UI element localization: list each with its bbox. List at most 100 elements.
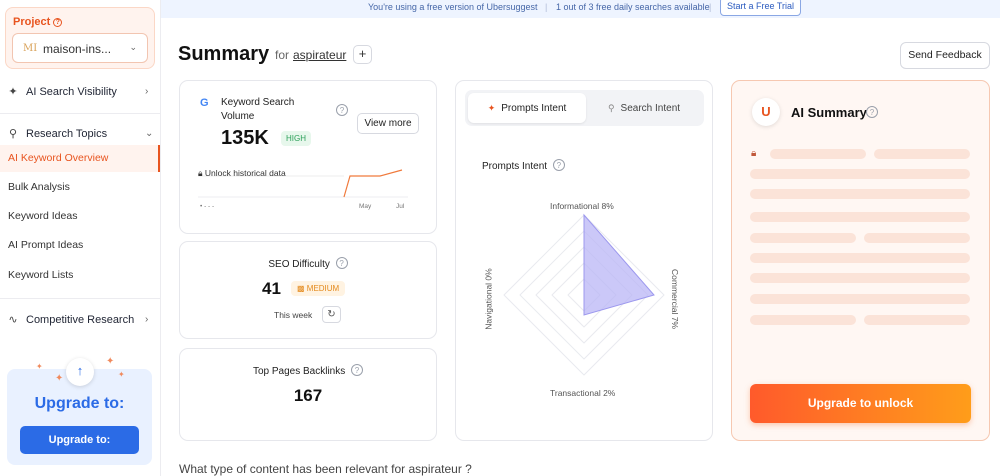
unlock-historical-data[interactable]: 🔒︎ Unlock historical data — [198, 168, 286, 179]
blurred-text — [864, 233, 970, 243]
tab-search-intent[interactable]: ⚲ Search Intent — [587, 93, 701, 123]
backlinks-label-text: Top Pages Backlinks — [252, 366, 346, 377]
prompts-intent-title: Prompts Intent ? — [482, 159, 565, 172]
nav-research-topics[interactable]: ⚲ Research Topics ⌄ — [7, 127, 153, 141]
upgrade-to-unlock-button[interactable]: Upgrade to unlock — [750, 384, 971, 423]
search-icon: ⚲ — [607, 103, 615, 113]
project-label-text: Project — [13, 16, 51, 28]
project-name: maison-ins... — [43, 42, 112, 56]
unlock-historical-text: Unlock historical data — [204, 168, 286, 178]
sparkle-icon: ✦ — [118, 370, 125, 379]
radar-label-commercial: Commercial 7% — [670, 269, 680, 329]
search-icon: ⚲ — [8, 128, 18, 140]
blurred-text — [770, 149, 866, 159]
sidebar-divider — [0, 113, 160, 114]
difficulty-badge: ▩ MEDIUM — [291, 281, 346, 296]
upgrade-button[interactable]: Upgrade to: — [20, 426, 139, 454]
banner-message: You're using a free version of Ubersugge… — [368, 2, 538, 12]
start-trial-button[interactable]: Start a Free Trial — [720, 0, 802, 16]
help-icon[interactable]: ? — [351, 364, 364, 376]
blurred-text — [864, 315, 970, 325]
blurred-text — [750, 212, 970, 222]
title-for: for — [275, 48, 290, 62]
nav-competitive-research-label: Competitive Research — [26, 313, 135, 326]
chevron-right-icon: › — [145, 86, 149, 97]
tab-search-intent-label: Search Intent — [620, 103, 681, 114]
content-relevance-question: What type of content has been relevant f… — [179, 462, 472, 476]
nav-research-topics-label: Research Topics — [26, 127, 108, 140]
blurred-text — [750, 169, 970, 179]
help-icon[interactable]: ? — [866, 106, 878, 118]
sparkle-icon: ✦ — [36, 362, 43, 371]
chevron-down-icon: ⌄ — [129, 42, 137, 52]
google-icon: G — [200, 97, 209, 109]
send-feedback-button[interactable]: Send Feedback — [900, 42, 990, 69]
chevron-down-icon: ⌄ — [145, 128, 154, 139]
tab-prompts-intent[interactable]: ✦ Prompts Intent — [468, 93, 586, 123]
nav-ai-search-visibility[interactable]: ✦ AI Search Visibility › — [7, 85, 148, 99]
sparkle-icon: ✦ — [8, 86, 18, 98]
view-more-button[interactable]: View more — [357, 113, 419, 134]
project-logo-icon: MI — [23, 43, 38, 54]
seo-period: This week — [274, 310, 313, 320]
keyword-volume-label: Keyword Search Volume — [221, 97, 295, 122]
project-panel: Project? MI maison-ins... ⌄ — [5, 7, 155, 69]
radar-label-navigational: Navigational 0% — [483, 268, 494, 330]
ubersuggest-logo-icon: U — [752, 98, 780, 126]
sparkle-icon: ✦ — [106, 356, 115, 367]
add-keyword-button[interactable]: + — [353, 45, 372, 64]
sidebar-item-keyword-ideas[interactable]: Keyword Ideas — [0, 203, 160, 230]
seo-difficulty-label: SEO Difficulty ? — [179, 257, 437, 270]
refresh-button[interactable]: ↻ — [322, 306, 341, 323]
blurred-text — [750, 294, 970, 304]
help-icon[interactable]: ? — [335, 257, 348, 269]
difficulty-badge-text: MEDIUM — [306, 284, 340, 293]
blurred-text — [874, 149, 970, 159]
backlinks-label: Top Pages Backlinks ? — [179, 364, 437, 377]
sparkle-icon: ✦ — [55, 373, 64, 384]
chevron-right-icon: › — [145, 314, 149, 325]
seo-difficulty-value: 41 — [262, 279, 281, 298]
page-title: Summary — [178, 43, 270, 65]
blurred-text — [750, 253, 970, 263]
lock-icon: 🔒︎ — [751, 148, 757, 159]
chart-x-label-may: May — [359, 203, 372, 210]
free-version-banner: You're using a free version of Ubersugge… — [161, 0, 1000, 18]
project-label: Project? — [13, 16, 63, 28]
trend-line — [343, 169, 403, 198]
blurred-text — [750, 233, 856, 243]
sidebar-item-ai-keyword-overview[interactable]: AI Keyword Overview — [0, 145, 160, 172]
backlinks-value: 167 — [293, 386, 323, 405]
sparkle-icon: ✦ — [487, 103, 496, 113]
help-icon[interactable]: ? — [552, 159, 565, 171]
ai-summary-title: AI Summary — [791, 105, 867, 120]
chart-icon: ▩ — [297, 284, 307, 293]
sidebar: Project? MI maison-ins... ⌄ ✦ AI Search … — [0, 0, 161, 476]
app-root: Project? MI maison-ins... ⌄ ✦ AI Search … — [0, 0, 1000, 476]
project-selector[interactable]: MI maison-ins... ⌄ — [12, 33, 148, 63]
activity-icon: ∿ — [8, 314, 18, 326]
help-icon[interactable]: ? — [53, 18, 63, 27]
banner-separator: | — [709, 2, 712, 12]
keyword-link[interactable]: aspirateur — [293, 48, 346, 62]
arrow-up-icon: ↑ — [66, 358, 94, 386]
intent-tabs: ✦ Prompts Intent ⚲ Search Intent — [465, 90, 704, 126]
upgrade-title: Upgrade to: — [34, 395, 125, 412]
seo-difficulty-label-text: SEO Difficulty — [268, 259, 330, 270]
chart-left-label: • - - - — [200, 203, 215, 210]
refresh-icon: ↻ — [327, 309, 336, 320]
sidebar-item-ai-prompt-ideas[interactable]: AI Prompt Ideas — [0, 232, 160, 259]
nav-competitive-research[interactable]: ∿ Competitive Research › — [7, 313, 148, 327]
blurred-text — [750, 315, 856, 325]
sidebar-item-bulk-analysis[interactable]: Bulk Analysis — [0, 174, 160, 201]
blurred-text — [750, 189, 970, 199]
sidebar-item-keyword-lists[interactable]: Keyword Lists — [0, 262, 160, 289]
chart-x-label-jul: Jul — [396, 203, 405, 210]
banner-search-count: 1 out of 3 free daily searches available — [556, 2, 710, 12]
banner-separator: | — [545, 2, 548, 12]
lock-icon: 🔒︎ — [198, 168, 203, 178]
help-icon[interactable]: ? — [336, 104, 348, 116]
volume-badge: HIGH — [281, 131, 311, 146]
sidebar-divider — [0, 298, 160, 299]
nav-ai-search-visibility-label: AI Search Visibility — [26, 85, 117, 98]
